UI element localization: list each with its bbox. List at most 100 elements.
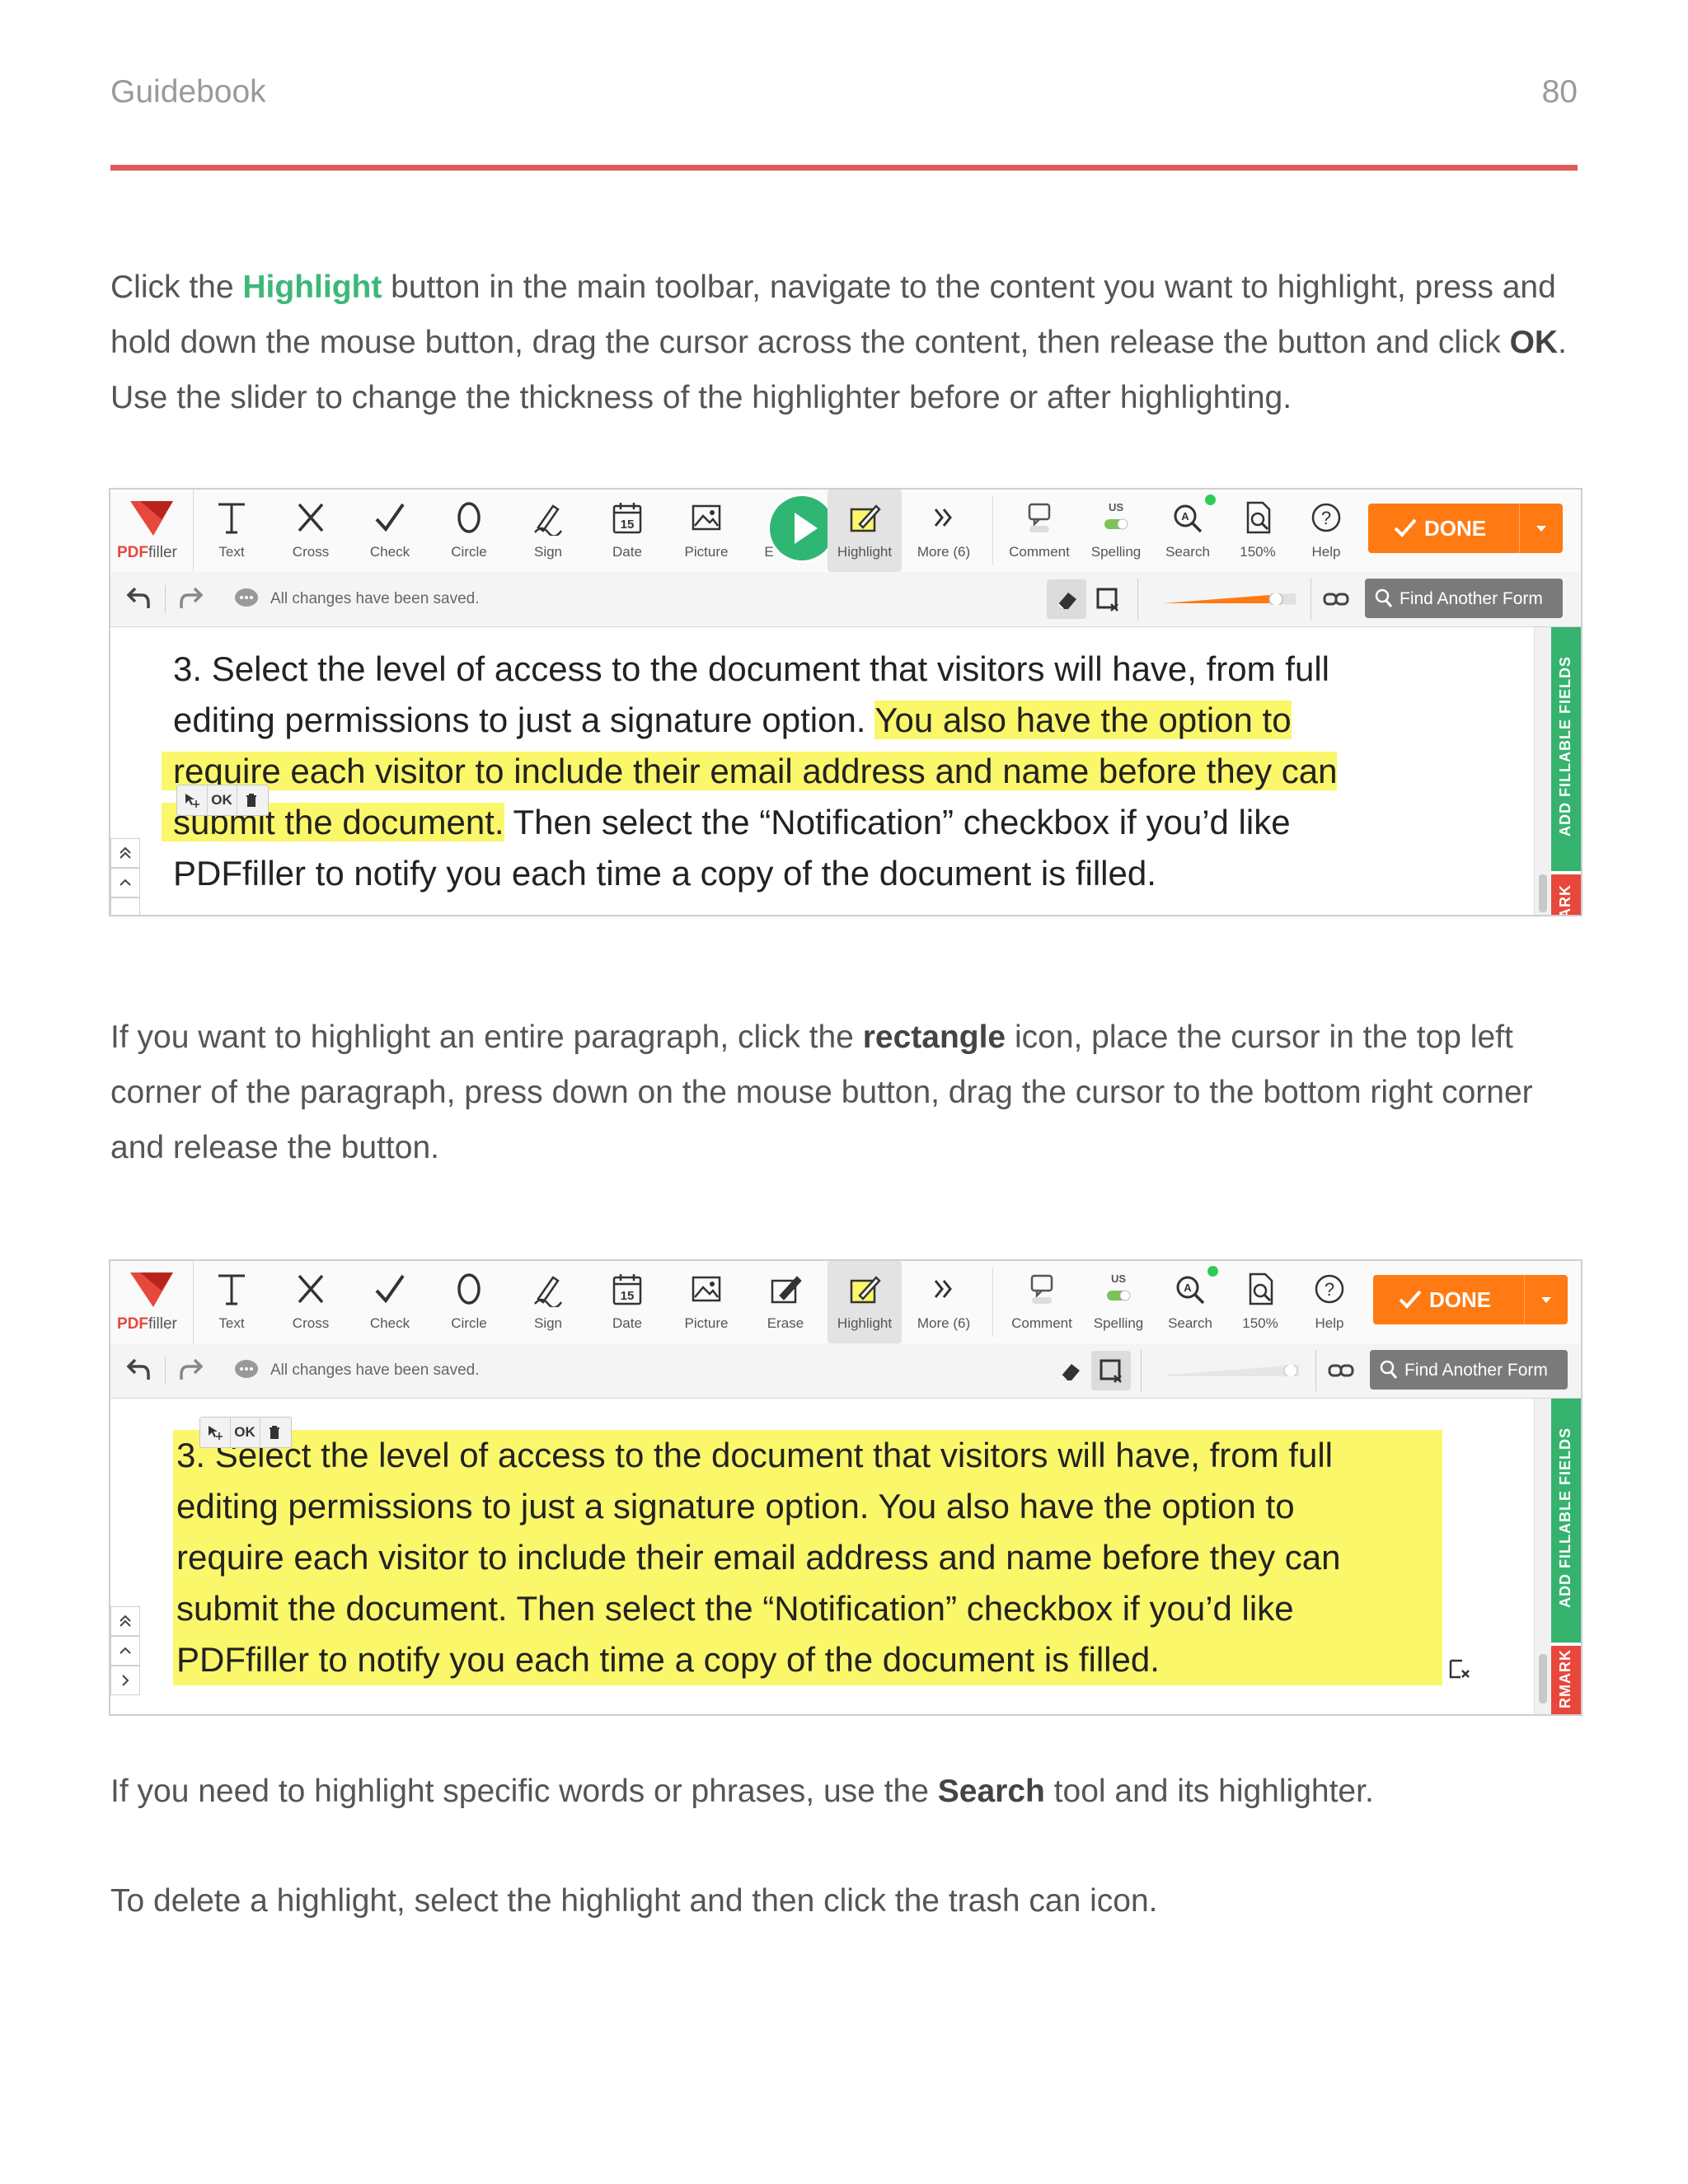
zoom-page-icon	[1246, 501, 1271, 534]
ok-button[interactable]: OK	[207, 785, 237, 815]
thickness-slider[interactable]	[1167, 1365, 1299, 1376]
pdffiller-logo[interactable]: PDFfiller	[110, 490, 194, 572]
date-tool[interactable]: 15 Date	[590, 490, 664, 572]
document-area: 3. Select the level of access to the doc…	[110, 1399, 1581, 1714]
link-icon[interactable]	[1327, 1358, 1355, 1383]
svg-text:US: US	[1109, 501, 1123, 513]
highlight-tool[interactable]: Highlight	[828, 1261, 902, 1343]
circle-tool[interactable]: Circle	[432, 490, 506, 572]
search-tool[interactable]: A Search	[1153, 1261, 1227, 1343]
double-chevron-up-icon	[120, 846, 131, 859]
done-button[interactable]: DONE	[1368, 504, 1563, 553]
undo-icon[interactable]	[124, 1355, 152, 1385]
circle-tool[interactable]: Circle	[432, 1261, 506, 1343]
help-tool[interactable]: ? Help	[1289, 490, 1363, 572]
comment-icon	[1030, 1274, 1053, 1304]
text-tool[interactable]: Text	[195, 1261, 269, 1343]
thickness-slider[interactable]	[1164, 593, 1296, 605]
intro-paragraph: Click the Highlight button in the main t…	[110, 269, 1567, 415]
check-tool[interactable]: Check	[353, 490, 427, 572]
double-chevron-up-icon	[120, 1615, 131, 1627]
move-handle[interactable]	[177, 785, 208, 815]
pdffiller-logo-icon	[130, 1272, 173, 1307]
eraser-mode-button[interactable]	[1050, 1351, 1090, 1390]
highlight-context-toolbar: OK	[176, 785, 269, 816]
circle-icon	[457, 1273, 481, 1305]
signature-pen-icon	[534, 1276, 563, 1307]
next-page-button[interactable]	[110, 898, 140, 915]
check-tool[interactable]: Check	[353, 1261, 427, 1343]
document-scrollbar[interactable]	[1534, 1399, 1551, 1714]
watermark-tab[interactable]: RMARK	[1551, 1646, 1581, 1714]
link-icon[interactable]	[1322, 587, 1350, 612]
date-tool[interactable]: 15 Date	[590, 1261, 664, 1343]
cross-tool[interactable]: Cross	[274, 490, 348, 572]
search-tool[interactable]: A Search	[1151, 490, 1225, 572]
redo-icon[interactable]	[178, 1355, 206, 1385]
zoom-tool[interactable]: 150%	[1223, 1261, 1297, 1343]
redo-icon[interactable]	[178, 583, 206, 613]
delete-paragraph: To delete a highlight, select the highli…	[110, 1883, 1158, 1919]
video-play-icon[interactable]	[770, 496, 834, 560]
help-tool[interactable]: ? Help	[1292, 1261, 1367, 1343]
more-tools[interactable]: More (6)	[907, 1261, 981, 1343]
search-icon: A	[1176, 1276, 1205, 1305]
add-fillable-fields-tab[interactable]: ADD FILLABLE FIELDS	[1551, 627, 1581, 871]
picture-icon	[692, 1276, 721, 1302]
main-toolbar: PDFfiller Text Cross Check Circle Sign 1…	[110, 490, 1581, 573]
comment-tool[interactable]: Comment	[1005, 1261, 1079, 1343]
rectangle-select-button[interactable]	[1088, 579, 1128, 619]
first-page-button[interactable]	[110, 838, 140, 868]
find-another-form-button[interactable]: Find Another Form	[1365, 579, 1563, 618]
find-another-form-button[interactable]: Find Another Form	[1370, 1350, 1568, 1390]
move-handle[interactable]	[200, 1418, 231, 1447]
spelling-toggle[interactable]: US Spelling	[1081, 1261, 1156, 1343]
pdffiller-logo-icon	[130, 501, 173, 536]
page-number: 80	[1541, 74, 1578, 110]
watermark-tab[interactable]: ARK	[1551, 874, 1581, 915]
highlight-tool[interactable]: Highlight	[828, 490, 902, 572]
sign-tool[interactable]: Sign	[511, 1261, 585, 1343]
spelling-toggle-icon: US	[1104, 501, 1128, 530]
document-scrollbar[interactable]	[1534, 627, 1551, 915]
check-icon	[1399, 1290, 1422, 1309]
previous-page-button[interactable]	[110, 1636, 140, 1666]
calendar-icon: 15	[612, 503, 642, 534]
ok-button[interactable]: OK	[230, 1418, 260, 1447]
delete-highlight-button[interactable]	[237, 785, 266, 815]
chat-bubble-icon	[235, 1360, 258, 1378]
secondary-toolbar: All changes have been saved. Find Anothe…	[110, 572, 1581, 627]
comment-tool[interactable]: Comment	[1002, 490, 1076, 572]
highlight-term: Highlight	[242, 269, 382, 305]
previous-page-button[interactable]	[110, 868, 140, 898]
sign-tool[interactable]: Sign	[511, 490, 585, 572]
chat-bubble-icon	[235, 588, 258, 607]
pdffiller-logo[interactable]: PDFfiller	[110, 1261, 194, 1343]
done-dropdown-arrow[interactable]	[1519, 504, 1563, 553]
svg-text:15: 15	[621, 518, 635, 532]
signature-pen-icon	[534, 504, 563, 536]
add-fillable-fields-tab[interactable]: ADD FILLABLE FIELDS	[1551, 1399, 1581, 1643]
search-status-dot	[1205, 494, 1216, 505]
done-button[interactable]: DONE	[1373, 1275, 1568, 1324]
rectangle-select-button[interactable]	[1091, 1351, 1131, 1390]
more-tools[interactable]: More (6)	[907, 490, 981, 572]
zoom-tool[interactable]: 150%	[1221, 490, 1295, 572]
next-page-button[interactable]	[110, 1666, 140, 1695]
first-page-button[interactable]	[110, 1606, 140, 1636]
done-dropdown-arrow[interactable]	[1524, 1275, 1568, 1324]
text-tool[interactable]: Text	[195, 490, 269, 572]
delete-highlight-button[interactable]	[260, 1418, 289, 1447]
erase-tool[interactable]: Erase	[748, 1261, 823, 1343]
cross-tool[interactable]: Cross	[274, 1261, 348, 1343]
check-icon	[1394, 518, 1417, 537]
highlight-context-toolbar: OK	[199, 1417, 292, 1448]
picture-icon	[692, 504, 721, 531]
undo-icon[interactable]	[124, 583, 152, 613]
chevron-right-icon	[122, 1675, 129, 1686]
eraser-mode-button[interactable]	[1047, 579, 1086, 619]
double-chevron-right-icon	[934, 1280, 952, 1298]
text-icon	[218, 503, 245, 534]
spelling-toggle[interactable]: US Spelling	[1079, 490, 1153, 572]
picture-tool[interactable]: Picture	[669, 1261, 743, 1343]
